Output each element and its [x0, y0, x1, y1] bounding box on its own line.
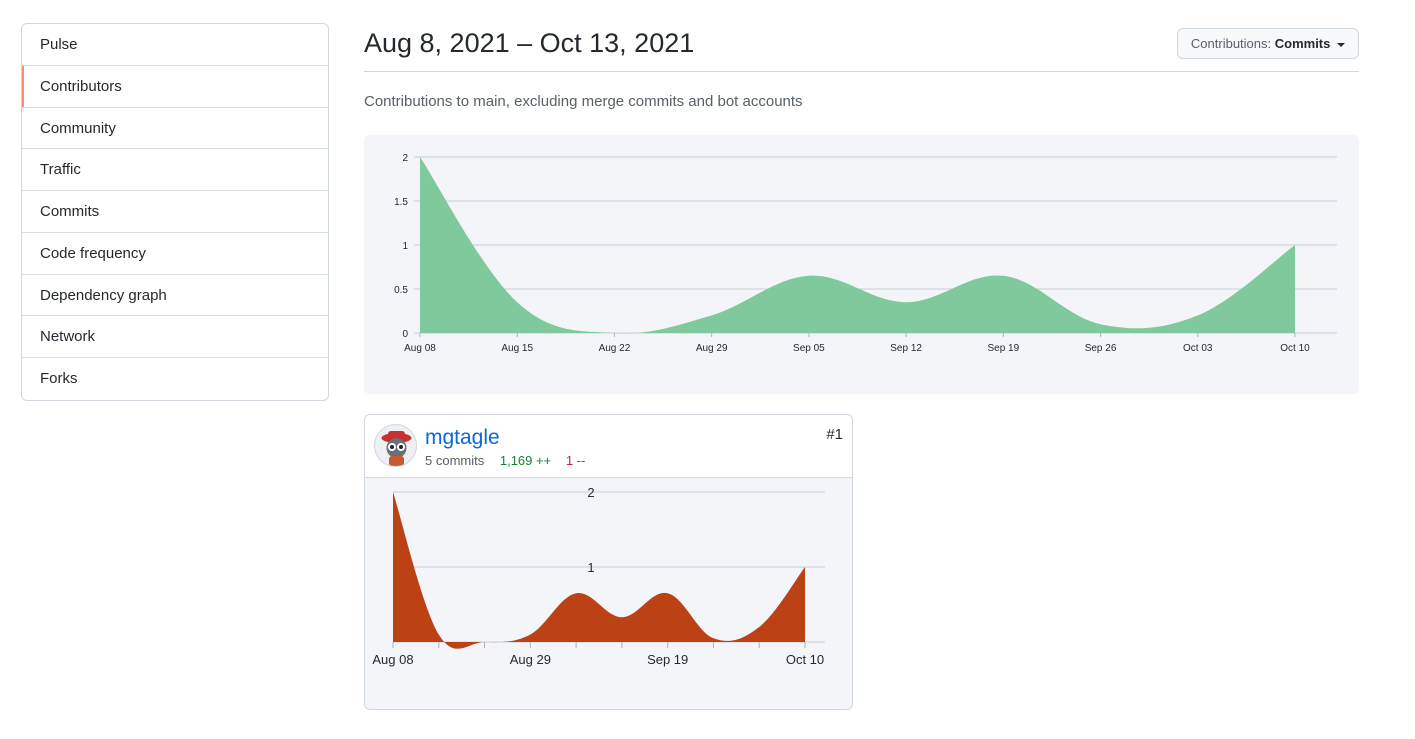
avatar-icon[interactable] — [374, 424, 417, 467]
sidebar-item-dependency-graph[interactable]: Dependency graph — [22, 275, 328, 317]
y-tick-label: 1 — [402, 241, 408, 252]
contributor-chart-svg: 1 2 Aug 08 Aug 29 Sep 19 Oct 10 — [372, 485, 825, 667]
contributions-value: Commits — [1274, 36, 1331, 51]
x-tick-label: Aug 08 — [404, 343, 436, 354]
x-tick-label: Aug 22 — [599, 343, 631, 354]
sidebar-item-community[interactable]: Community — [22, 108, 328, 150]
contributor-card-header: mgtagle 5 commits 1,169 ++ 1 -- #1 — [365, 415, 852, 478]
insights-sidebar: Pulse Contributors Community Traffic Com… — [21, 23, 329, 401]
x-tick-label: Sep 26 — [1085, 343, 1117, 354]
contributor-card: mgtagle 5 commits 1,169 ++ 1 -- #1 1 2 Aug… — [364, 414, 853, 710]
y-tick-label: 0.5 — [394, 285, 408, 296]
additions-count: 1,169 ++ — [499, 453, 552, 468]
y-tick-label: 1.5 — [394, 197, 408, 208]
sidebar-item-pulse[interactable]: Pulse — [22, 24, 328, 66]
sidebar-item-code-frequency[interactable]: Code frequency — [22, 233, 328, 275]
x-tick-label: Aug 15 — [501, 343, 533, 354]
deletions-count: 1 -- — [565, 453, 586, 468]
page-header: Aug 8, 2021 – Oct 13, 2021 Contributions… — [364, 25, 1359, 72]
contributions-chart: 0 0.5 1 1.5 2 Aug 08 Aug 15 Aug 22 Aug 29 Sep 05 S… — [364, 135, 1359, 394]
contributor-rank: #1 — [826, 426, 843, 443]
x-tick-label: Aug 29 — [510, 652, 551, 667]
commits-count[interactable]: 5 commits — [425, 453, 484, 468]
x-tick-label: Sep 19 — [647, 652, 688, 667]
contributor-stats: 5 commits 1,169 ++ 1 -- — [425, 453, 585, 468]
contributions-chart-svg: 0 0.5 1 1.5 2 Aug 08 Aug 15 Aug 22 Aug 29 Sep 05 S… — [394, 153, 1337, 354]
sidebar-item-traffic[interactable]: Traffic — [22, 149, 328, 191]
x-tick-label: Sep 12 — [890, 343, 922, 354]
x-tick-label: Sep 19 — [987, 343, 1019, 354]
y-tick-label: 1 — [587, 560, 594, 575]
sidebar-item-forks[interactable]: Forks — [22, 358, 328, 400]
contributions-type-dropdown[interactable]: Contributions: Commits — [1176, 28, 1359, 59]
contributor-login-link[interactable]: mgtagle — [425, 426, 500, 450]
x-tick-label: Oct 10 — [786, 652, 824, 667]
sidebar-item-network[interactable]: Network — [22, 316, 328, 358]
series-area — [393, 492, 805, 649]
caret-down-icon — [1337, 42, 1345, 47]
y-tick-label: 0 — [402, 329, 408, 340]
x-tick-label: Oct 10 — [1280, 343, 1310, 354]
contributions-label: Contributions: — [1190, 36, 1272, 51]
x-tick-label: Aug 08 — [372, 652, 413, 667]
x-tick-label: Sep 05 — [793, 343, 825, 354]
x-tick-label: Oct 03 — [1183, 343, 1213, 354]
y-tick-label: 2 — [587, 485, 594, 500]
sidebar-item-contributors[interactable]: Contributors — [22, 65, 328, 108]
chart-subtitle: Contributions to main, excluding merge c… — [364, 93, 803, 110]
x-tick-label: Aug 29 — [696, 343, 728, 354]
y-tick-label: 2 — [402, 153, 408, 164]
sidebar-item-commits[interactable]: Commits — [22, 191, 328, 233]
